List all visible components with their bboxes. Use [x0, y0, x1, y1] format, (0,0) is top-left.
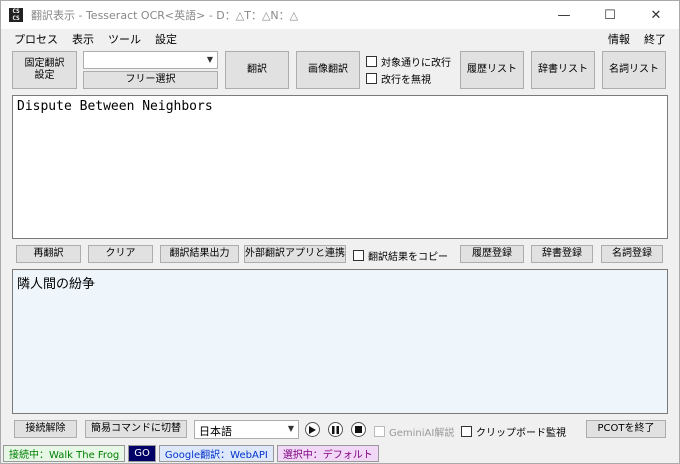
stop-icon [355, 426, 362, 433]
noun-list-button[interactable]: 名詞リスト [602, 51, 666, 89]
menu-settings[interactable]: 設定 [148, 31, 184, 47]
ignore-linebreak-checkbox[interactable]: 改行を無視 [366, 71, 431, 86]
menu-process[interactable]: プロセス [7, 31, 65, 47]
maximize-icon: ☐ [604, 7, 616, 23]
chevron-down-icon: ▼ [287, 424, 294, 433]
menu-tools[interactable]: ツール [101, 31, 148, 47]
stop-button[interactable] [351, 422, 366, 437]
register-noun-button[interactable]: 名詞登録 [601, 245, 663, 263]
checkbox-box [366, 56, 377, 67]
language-value: 日本語 [199, 425, 232, 438]
dictionary-list-button[interactable]: 辞書リスト [531, 51, 595, 89]
title-bar: CS CS 翻訳表示 - Tesseract OCR<英語> - D：△T：△N：… [1, 1, 679, 29]
source-text-area[interactable]: Dispute Between Neighbors [12, 95, 668, 239]
output-result-button[interactable]: 翻訳結果出力 [160, 245, 239, 263]
checkbox-label: クリップボード監視 [476, 428, 566, 439]
translation-source-select[interactable]: ▼ [83, 51, 218, 69]
close-button[interactable]: ✕ [633, 1, 679, 29]
window-controls: — ☐ ✕ [541, 1, 679, 29]
free-select-button[interactable]: フリー選択 [83, 71, 218, 89]
play-icon [309, 425, 316, 434]
retranslate-button[interactable]: 再翻訳 [16, 245, 81, 263]
copy-result-checkbox[interactable]: 翻訳結果をコピー [353, 248, 448, 263]
clipboard-monitor-checkbox[interactable]: クリップボード監視 [461, 424, 566, 439]
image-translate-button[interactable]: 画像翻訳 [296, 51, 360, 89]
checkbox-label: 翻訳結果をコピー [368, 252, 448, 263]
close-icon: ✕ [650, 7, 662, 23]
register-history-button[interactable]: 履歴登録 [460, 245, 524, 263]
external-app-link-button[interactable]: 外部翻訳アプリと連携 [244, 245, 346, 263]
exit-pcot-button[interactable]: PCOTを終了 [586, 420, 666, 438]
status-bar: 接続中：Walk The Frog GO Google翻訳：WebAPI 選択中… [3, 445, 379, 462]
gemini-explain-checkbox: GeminiAI解説 [374, 424, 454, 439]
maximize-button[interactable]: ☐ [587, 1, 633, 29]
go-badge[interactable]: GO [128, 445, 156, 462]
translate-button[interactable]: 翻訳 [225, 51, 289, 89]
history-list-button[interactable]: 履歴リスト [460, 51, 524, 89]
minimize-icon: — [557, 7, 571, 23]
connection-status: 接続中：Walk The Frog [3, 445, 126, 462]
checkbox-label: 対象通りに改行 [381, 58, 451, 69]
menu-bar: プロセス 表示 ツール 設定 情報 終了 [1, 29, 679, 49]
pause-button[interactable] [328, 422, 343, 437]
register-dictionary-button[interactable]: 辞書登録 [531, 245, 593, 263]
disconnect-button[interactable]: 接続解除 [14, 420, 77, 438]
checkbox-label: 改行を無視 [381, 75, 431, 86]
checkbox-label: GeminiAI解説 [389, 428, 455, 439]
window-title: 翻訳表示 - Tesseract OCR<英語> - D：△T：△N：△ [31, 9, 299, 22]
linebreak-as-source-checkbox[interactable]: 対象通りに改行 [366, 54, 451, 69]
checkbox-box [461, 426, 472, 437]
checkbox-box [366, 73, 377, 84]
target-language-select[interactable]: 日本語 ▼ [194, 420, 299, 439]
translated-text-area[interactable]: 隣人間の紛争 [12, 269, 668, 414]
play-button[interactable] [305, 422, 320, 437]
minimize-button[interactable]: — [541, 1, 587, 29]
app-logo-icon: CS CS [9, 8, 23, 22]
clear-button[interactable]: クリア [88, 245, 153, 263]
chevron-down-icon: ▼ [206, 55, 213, 64]
menu-exit[interactable]: 終了 [637, 31, 673, 47]
fixed-translation-settings-button[interactable]: 固定翻訳 設定 [12, 51, 77, 89]
selected-profile-status: 選択中：デフォルト [276, 445, 379, 462]
menu-info[interactable]: 情報 [601, 31, 637, 47]
simple-command-switch-button[interactable]: 簡易コマンドに切替 [85, 420, 187, 438]
pause-icon [332, 425, 339, 434]
google-translate-status: Google翻訳：WebAPI [158, 445, 274, 462]
checkbox-box [353, 250, 364, 261]
menu-view[interactable]: 表示 [65, 31, 101, 47]
checkbox-box [374, 426, 385, 437]
app-window: CS CS 翻訳表示 - Tesseract OCR<英語> - D：△T：△N：… [0, 0, 680, 464]
